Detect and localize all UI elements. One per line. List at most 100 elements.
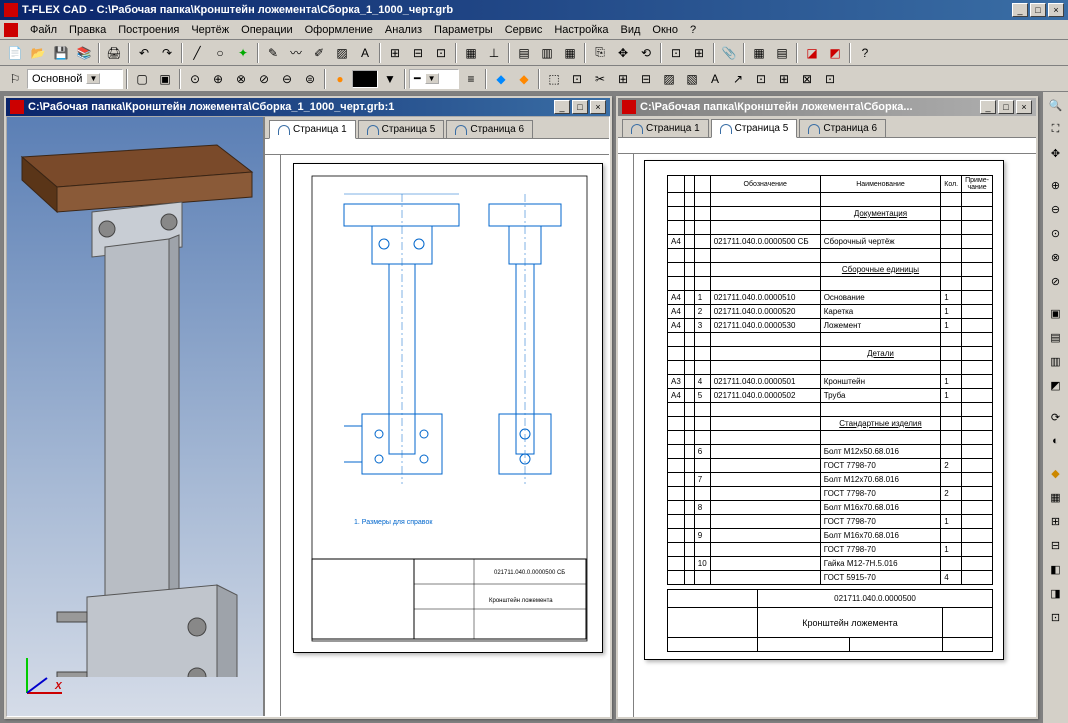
text-button[interactable]: A xyxy=(354,42,376,64)
edit-button[interactable]: ✐ xyxy=(308,42,330,64)
rotate-button[interactable]: ⟲ xyxy=(635,42,657,64)
undo-button[interactable]: ↶ xyxy=(133,42,155,64)
flag-button[interactable]: ⚐ xyxy=(4,68,26,90)
view1-button[interactable]: ⊡ xyxy=(665,42,687,64)
tab-page6[interactable]: Страница 6 xyxy=(799,119,886,137)
e1-button[interactable]: ◆ xyxy=(490,68,512,90)
child-maximize-button[interactable]: □ xyxy=(998,100,1014,114)
snap1-button[interactable]: ⊙ xyxy=(184,68,206,90)
color-swatch[interactable] xyxy=(352,70,378,88)
dim1-button[interactable]: ⊞ xyxy=(384,42,406,64)
tab-page5[interactable]: Страница 5 xyxy=(358,120,445,138)
f12-button[interactable]: ⊠ xyxy=(796,68,818,90)
grid-button[interactable]: ▦ xyxy=(460,42,482,64)
menu-drawing[interactable]: Чертёж xyxy=(185,22,235,38)
s4-button[interactable]: ⊟ xyxy=(1045,534,1067,556)
child-maximize-button[interactable]: □ xyxy=(572,100,588,114)
menu-help[interactable]: ? xyxy=(684,22,702,38)
child-minimize-button[interactable]: _ xyxy=(980,100,996,114)
f9-button[interactable]: ↗ xyxy=(727,68,749,90)
redo-button[interactable]: ↷ xyxy=(156,42,178,64)
color-button[interactable]: ● xyxy=(329,68,351,90)
3d-viewport[interactable]: X xyxy=(7,117,263,716)
ortho-button[interactable]: ⊥ xyxy=(483,42,505,64)
tab-page1[interactable]: Страница 1 xyxy=(622,119,709,137)
f13-button[interactable]: ⊡ xyxy=(819,68,841,90)
dim2-button[interactable]: ⊟ xyxy=(407,42,429,64)
menu-design[interactable]: Оформление xyxy=(299,22,379,38)
f7-button[interactable]: ▧ xyxy=(681,68,703,90)
layer3-button[interactable]: ▦ xyxy=(559,42,581,64)
minimize-button[interactable]: _ xyxy=(1012,3,1028,17)
zoom-in-button[interactable]: ⊕ xyxy=(1045,174,1067,196)
view-top-button[interactable]: ▣ xyxy=(1045,302,1067,324)
saveall-button[interactable]: 📚 xyxy=(73,42,95,64)
attach-button[interactable]: 📎 xyxy=(718,42,740,64)
print-button[interactable]: 🖨 xyxy=(103,42,125,64)
layer2-button[interactable]: ▥ xyxy=(536,42,558,64)
drawing-area-left[interactable]: 1. Размеры для справок 021711.040.0.0000… xyxy=(281,155,609,716)
view-side-button[interactable]: ▥ xyxy=(1045,350,1067,372)
menu-window[interactable]: Окно xyxy=(646,22,684,38)
save-button[interactable]: 💾 xyxy=(50,42,72,64)
f4-button[interactable]: ⊞ xyxy=(612,68,634,90)
hatch-button[interactable]: ▨ xyxy=(331,42,353,64)
tab-page6[interactable]: Страница 6 xyxy=(446,120,533,138)
s6-button[interactable]: ◨ xyxy=(1045,582,1067,604)
f3-button[interactable]: ✂ xyxy=(589,68,611,90)
s2-button[interactable]: ▦ xyxy=(1045,486,1067,508)
snap2-button[interactable]: ⊕ xyxy=(207,68,229,90)
snap3-button[interactable]: ⊗ xyxy=(230,68,252,90)
view-front-button[interactable]: ▤ xyxy=(1045,326,1067,348)
menu-construct[interactable]: Построения xyxy=(112,22,185,38)
spline-button[interactable]: 〰 xyxy=(285,42,307,64)
s7-button[interactable]: ⊡ xyxy=(1045,606,1067,628)
prop1-button[interactable]: ▢ xyxy=(131,68,153,90)
menu-file[interactable]: Файл xyxy=(24,22,63,38)
dim3-button[interactable]: ⊡ xyxy=(430,42,452,64)
maximize-button[interactable]: □ xyxy=(1030,3,1046,17)
snap6-button[interactable]: ⊜ xyxy=(299,68,321,90)
point-button[interactable]: ✦ xyxy=(232,42,254,64)
f10-button[interactable]: ⊡ xyxy=(750,68,772,90)
pan-button[interactable]: ✥ xyxy=(1045,142,1067,164)
f5-button[interactable]: ⊟ xyxy=(635,68,657,90)
f8-button[interactable]: A xyxy=(704,68,726,90)
copy-button[interactable]: ⎘ xyxy=(589,42,611,64)
f2-button[interactable]: ⊡ xyxy=(566,68,588,90)
3d1-button[interactable]: ◪ xyxy=(801,42,823,64)
line-button[interactable]: ╱ xyxy=(186,42,208,64)
menu-settings[interactable]: Настройка xyxy=(548,22,614,38)
layer-combo[interactable]: Основной▼ xyxy=(27,69,123,89)
menu-operations[interactable]: Операции xyxy=(235,22,298,38)
tab-page5[interactable]: Страница 5 xyxy=(711,119,798,138)
zoom-fit-button[interactable]: ⊙ xyxy=(1045,222,1067,244)
render-button[interactable]: ◐ xyxy=(1045,430,1067,452)
weight-button[interactable]: ≡ xyxy=(460,68,482,90)
s3-button[interactable]: ⊞ xyxy=(1045,510,1067,532)
tab-page1[interactable]: Страница 1 xyxy=(269,120,356,139)
snap5-button[interactable]: ⊖ xyxy=(276,68,298,90)
menu-service[interactable]: Сервис xyxy=(499,22,549,38)
view-iso-button[interactable]: ◩ xyxy=(1045,374,1067,396)
zoom-out-button[interactable]: ⊖ xyxy=(1045,198,1067,220)
menu-view[interactable]: Вид xyxy=(615,22,647,38)
sketch-button[interactable]: ✎ xyxy=(262,42,284,64)
view2-button[interactable]: ⊞ xyxy=(688,42,710,64)
move-button[interactable]: ✥ xyxy=(612,42,634,64)
child-close-button[interactable]: × xyxy=(1016,100,1032,114)
3d2-button[interactable]: ◩ xyxy=(824,42,846,64)
layer1-button[interactable]: ▤ xyxy=(513,42,535,64)
table2-button[interactable]: ▤ xyxy=(771,42,793,64)
circle-button[interactable]: ○ xyxy=(209,42,231,64)
menu-parameters[interactable]: Параметры xyxy=(428,22,499,38)
linetype-combo[interactable]: ━▼ xyxy=(409,69,459,89)
snap4-button[interactable]: ⊘ xyxy=(253,68,275,90)
f6-button[interactable]: ▨ xyxy=(658,68,680,90)
close-button[interactable]: × xyxy=(1048,3,1064,17)
f11-button[interactable]: ⊞ xyxy=(773,68,795,90)
zoom-window-button[interactable]: 🔍 xyxy=(1045,94,1067,116)
table1-button[interactable]: ▦ xyxy=(748,42,770,64)
f1-button[interactable]: ⬚ xyxy=(543,68,565,90)
new-button[interactable]: 📄 xyxy=(4,42,26,64)
